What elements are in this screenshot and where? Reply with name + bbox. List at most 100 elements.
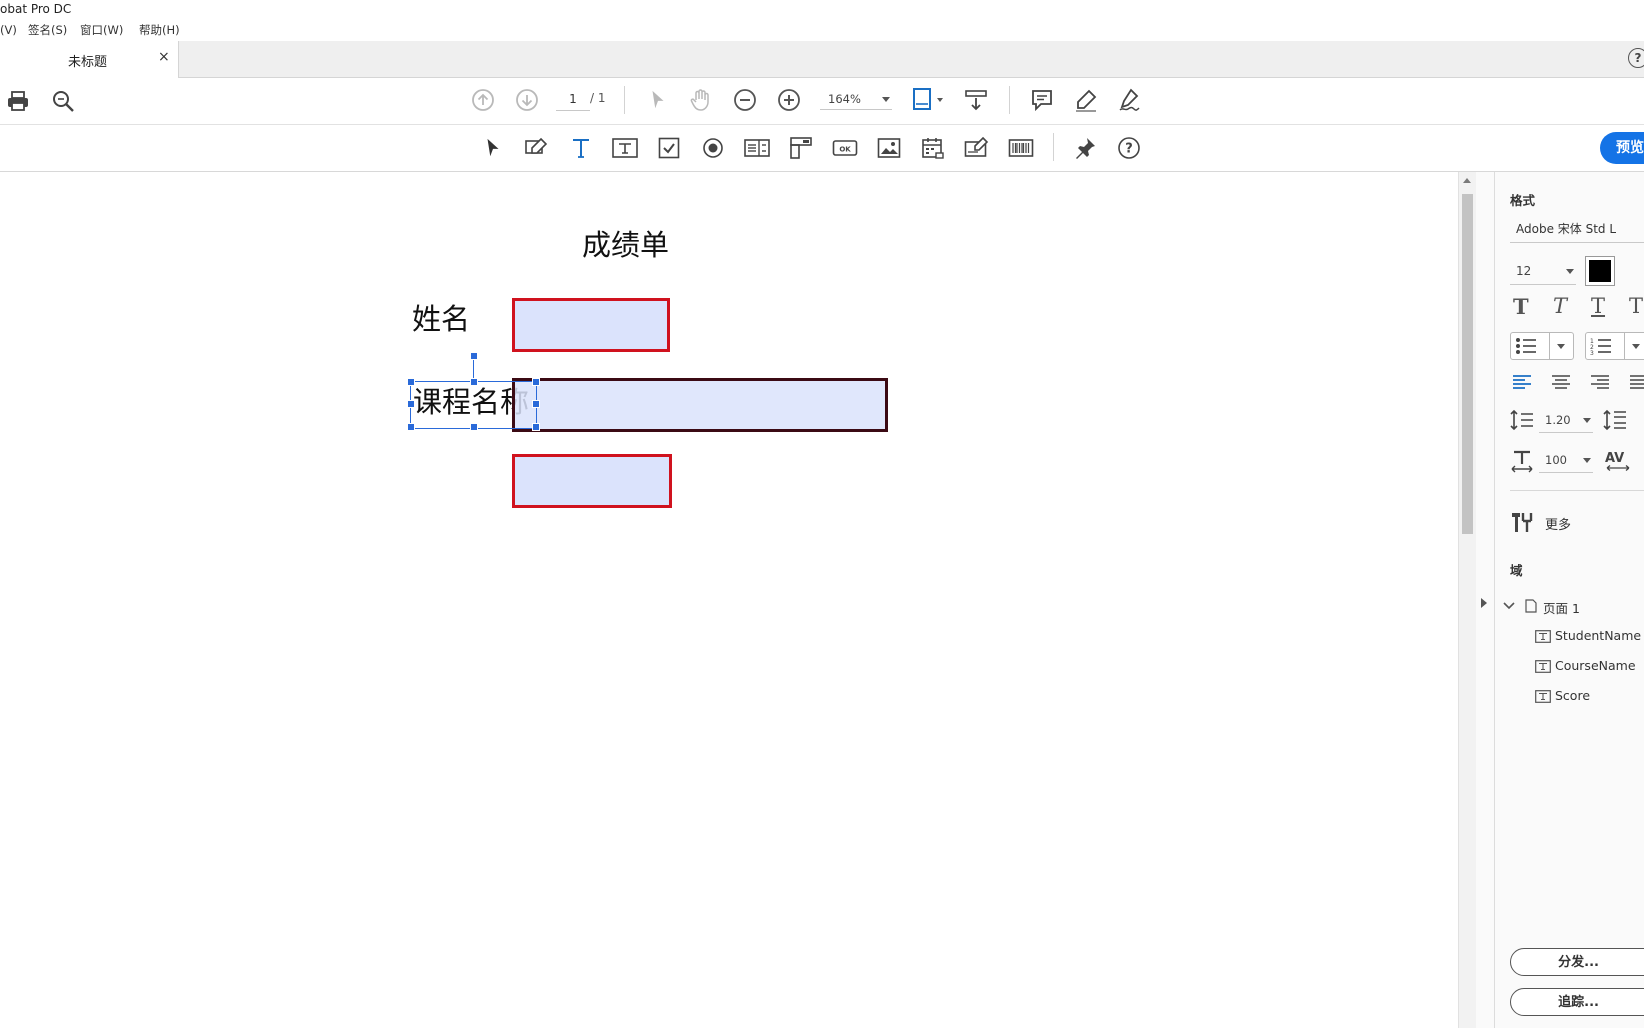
- scrollbar-thumb[interactable]: [1462, 194, 1473, 534]
- zoom-out-icon[interactable]: [732, 87, 758, 113]
- title-bar: obat Pro DC: [0, 0, 1644, 20]
- tab-document[interactable]: 未标题 ×: [0, 41, 179, 78]
- form-field-course-name[interactable]: [512, 378, 888, 432]
- scroll-up-icon[interactable]: [1463, 178, 1471, 183]
- distribute-button[interactable]: 分发...: [1510, 948, 1644, 976]
- prev-page-icon[interactable]: [470, 87, 496, 113]
- scroll-mode-icon[interactable]: [963, 87, 989, 113]
- image-field-icon[interactable]: [876, 135, 902, 161]
- highlight-icon[interactable]: [1073, 87, 1099, 113]
- zoom-select[interactable]: 164%: [820, 89, 892, 110]
- resize-handle[interactable]: [532, 400, 540, 408]
- divider: [1549, 333, 1550, 359]
- scale-select[interactable]: 100: [1539, 448, 1593, 473]
- date-field-icon[interactable]: [920, 135, 946, 161]
- fields-heading: 域: [1510, 563, 1523, 578]
- next-page-icon[interactable]: [514, 87, 540, 113]
- resize-handle[interactable]: [470, 423, 478, 431]
- form-field-score[interactable]: [512, 454, 672, 508]
- tools-icon[interactable]: [1510, 510, 1536, 534]
- resize-handle[interactable]: [532, 378, 540, 386]
- more-label[interactable]: 更多: [1545, 514, 1571, 533]
- italic-text-icon[interactable]: T: [1553, 294, 1567, 318]
- print-icon[interactable]: [5, 88, 31, 114]
- menu-window[interactable]: 窗口(W): [80, 20, 123, 40]
- pin-icon[interactable]: [1072, 135, 1098, 161]
- superscript-text-icon[interactable]: T: [1629, 294, 1643, 318]
- chevron-down-icon[interactable]: [1503, 600, 1515, 612]
- chevron-down-icon: [1632, 344, 1640, 349]
- list-box-icon[interactable]: [744, 135, 770, 161]
- fit-page-icon[interactable]: [910, 87, 946, 113]
- dropdown-field-icon[interactable]: [788, 135, 814, 161]
- signature-field-icon[interactable]: [964, 135, 990, 161]
- align-left-icon[interactable]: [1512, 374, 1532, 390]
- hand-tool-icon[interactable]: [688, 87, 714, 113]
- chevron-down-icon: [1557, 344, 1565, 349]
- numbered-list-dropdown[interactable]: 123: [1585, 332, 1644, 360]
- form-help-icon[interactable]: ?: [1116, 135, 1142, 161]
- zoom-in-icon[interactable]: [776, 87, 802, 113]
- chevron-down-icon: [1566, 269, 1574, 274]
- edit-form-icon[interactable]: [524, 135, 550, 161]
- text-selection-box[interactable]: [410, 381, 537, 429]
- zoom-value: 164%: [828, 92, 861, 106]
- horizontal-scale-icon[interactable]: [1510, 449, 1534, 473]
- checkbox-icon[interactable]: [656, 135, 682, 161]
- sign-icon[interactable]: [1117, 87, 1143, 113]
- align-center-icon[interactable]: [1551, 374, 1571, 390]
- document-title: 成绩单: [582, 228, 670, 262]
- text-field-icon: [1535, 690, 1551, 703]
- preview-button[interactable]: 预览: [1600, 132, 1644, 164]
- paragraph-spacing-icon[interactable]: [1603, 409, 1627, 431]
- document-canvas[interactable]: [0, 172, 1460, 1028]
- character-spacing-icon[interactable]: AV: [1605, 450, 1631, 472]
- select-tool-icon[interactable]: [645, 87, 671, 113]
- bold-text-icon[interactable]: T: [1513, 294, 1529, 319]
- track-button[interactable]: 追踪...: [1510, 988, 1644, 1016]
- comment-icon[interactable]: [1029, 87, 1055, 113]
- scale-value: 100: [1545, 453, 1567, 467]
- help-icon[interactable]: ?: [1628, 48, 1644, 68]
- help-glyph: ?: [1125, 142, 1133, 157]
- rotate-handle[interactable]: [470, 352, 478, 360]
- svg-text:AV: AV: [1605, 451, 1624, 466]
- resize-handle[interactable]: [407, 400, 415, 408]
- search-icon[interactable]: [50, 88, 76, 114]
- align-right-icon[interactable]: [1590, 374, 1610, 390]
- resize-handle[interactable]: [470, 378, 478, 386]
- font-size-select[interactable]: 12: [1510, 258, 1576, 285]
- page-number-input[interactable]: 1: [556, 88, 590, 111]
- expand-panel-icon[interactable]: [1481, 598, 1487, 608]
- menu-help[interactable]: 帮助(H): [139, 20, 180, 40]
- bullet-list-icon: [1516, 338, 1536, 354]
- font-name-select[interactable]: Adobe 宋体 Std L: [1510, 216, 1644, 243]
- add-text-icon[interactable]: [568, 135, 594, 161]
- text-field-icon[interactable]: [612, 135, 638, 161]
- text-color-swatch[interactable]: [1585, 256, 1615, 286]
- font-size-value: 12: [1516, 264, 1532, 278]
- align-justify-icon[interactable]: [1629, 374, 1644, 390]
- svg-text:OK: OK: [839, 146, 851, 154]
- vertical-scrollbar[interactable]: [1458, 172, 1476, 1028]
- resize-handle[interactable]: [407, 423, 415, 431]
- label-name: 姓名: [412, 302, 471, 336]
- resize-handle[interactable]: [407, 378, 415, 386]
- underline-text-icon[interactable]: T: [1591, 294, 1605, 318]
- tree-field-label: CourseName: [1555, 658, 1636, 673]
- line-spacing-icon[interactable]: [1510, 409, 1534, 431]
- bullet-list-dropdown[interactable]: [1510, 332, 1574, 360]
- radio-button-icon[interactable]: [700, 135, 726, 161]
- menu-view[interactable]: (V): [0, 20, 17, 40]
- tree-field-label: Score: [1555, 688, 1591, 703]
- barcode-icon[interactable]: [1008, 135, 1034, 161]
- line-spacing-select[interactable]: 1.20: [1539, 408, 1593, 433]
- chevron-down-icon: [882, 97, 890, 102]
- tab-close-icon[interactable]: ×: [158, 49, 170, 65]
- button-field-icon[interactable]: OK: [832, 135, 858, 161]
- menu-sign[interactable]: 签名(S): [28, 20, 67, 40]
- menu-bar: (V) 签名(S) 窗口(W) 帮助(H): [0, 20, 1644, 42]
- resize-handle[interactable]: [532, 423, 540, 431]
- select-object-icon[interactable]: [480, 135, 506, 161]
- form-field-student-name[interactable]: [512, 298, 670, 352]
